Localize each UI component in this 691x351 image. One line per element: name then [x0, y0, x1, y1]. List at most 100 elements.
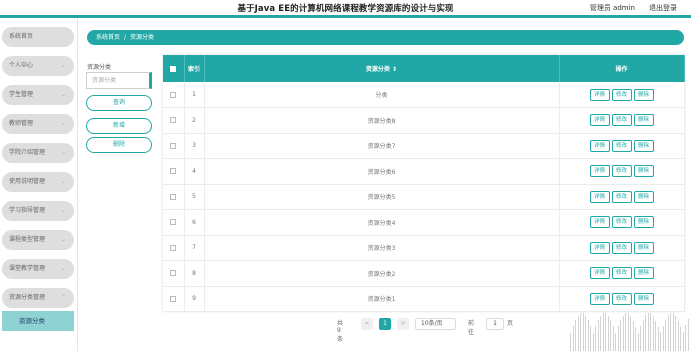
delete-button[interactable]: 删除	[86, 137, 152, 153]
sidebar-item-label: 学院介绍管理	[9, 149, 46, 156]
row-checkbox[interactable]	[170, 168, 177, 175]
decorative-stripe	[630, 315, 631, 351]
decorative-stripe	[595, 325, 596, 351]
table-row: 6 资源分类4 详情 修改 删除	[163, 209, 685, 235]
row-delete-button[interactable]: 删除	[633, 165, 654, 178]
sidebar-item-classroom-teaching[interactable]: 课堂教学管理 ⌄	[2, 259, 74, 279]
logout-link[interactable]: 退出登录	[649, 3, 677, 13]
edit-button[interactable]: 修改	[611, 190, 632, 203]
sidebar-item-college-intro[interactable]: 学院介绍管理 ⌄	[2, 143, 74, 163]
row-actions: 详情 修改 删除	[559, 260, 685, 286]
decorative-stripe	[650, 313, 651, 351]
row-delete-button[interactable]: 删除	[633, 190, 654, 203]
decorative-stripe	[615, 332, 616, 351]
prev-page-button[interactable]: <	[361, 318, 373, 330]
search-button[interactable]: 查询	[86, 95, 152, 111]
row-name: 资源分类2	[204, 260, 560, 286]
row-delete-button[interactable]: 删除	[633, 241, 654, 254]
sidebar-item-resource-category-mgmt[interactable]: 资源分类管理 ⌃	[2, 288, 74, 308]
decorative-stripe	[687, 319, 689, 351]
detail-button[interactable]: 详情	[589, 88, 610, 101]
edit-button[interactable]: 修改	[611, 114, 632, 127]
row-select-cell[interactable]	[163, 184, 185, 210]
row-index: 5	[184, 184, 205, 210]
edit-button[interactable]: 修改	[611, 292, 632, 305]
detail-button[interactable]: 详情	[589, 165, 610, 178]
decorative-stripe	[622, 315, 624, 351]
edit-button[interactable]: 修改	[611, 267, 632, 280]
row-delete-button[interactable]: 删除	[633, 114, 654, 127]
row-checkbox[interactable]	[170, 142, 177, 149]
edit-button[interactable]: 修改	[611, 241, 632, 254]
decorative-stripe	[680, 326, 681, 351]
row-select-cell[interactable]	[163, 133, 185, 159]
row-checkbox[interactable]	[170, 244, 177, 251]
column-header-name[interactable]: 资源分类 ⇕	[204, 55, 560, 82]
detail-button[interactable]: 详情	[589, 190, 610, 203]
table-row: 5 资源分类5 详情 修改 删除	[163, 184, 685, 210]
sidebar-item-profile[interactable]: 个人中心 ⌄	[2, 56, 74, 76]
decorative-stripe	[672, 313, 674, 351]
goto-suffix: 页	[507, 320, 514, 327]
row-delete-button[interactable]: 删除	[633, 216, 654, 229]
sidebar-subitem-resource-category[interactable]: 资源分类	[2, 311, 74, 331]
row-select-cell[interactable]	[163, 158, 185, 184]
chevron-down-icon: ⌄	[60, 91, 66, 98]
edit-button[interactable]: 修改	[611, 88, 632, 101]
row-index: 9	[184, 286, 205, 312]
detail-button[interactable]: 详情	[589, 241, 610, 254]
breadcrumb-home[interactable]: 系统首页	[96, 34, 120, 41]
row-select-cell[interactable]	[163, 286, 185, 312]
row-delete-button[interactable]: 删除	[633, 139, 654, 152]
row-select-cell[interactable]	[163, 209, 185, 235]
edit-button[interactable]: 修改	[611, 165, 632, 178]
row-checkbox[interactable]	[170, 270, 177, 277]
row-checkbox[interactable]	[170, 219, 177, 226]
next-page-button[interactable]: >	[397, 318, 409, 330]
row-select-cell[interactable]	[163, 107, 185, 133]
edit-button[interactable]: 修改	[611, 216, 632, 229]
row-actions: 详情 修改 删除	[559, 133, 685, 159]
decorative-stripe	[632, 320, 634, 351]
decorative-stripe	[677, 320, 679, 351]
sidebar-item-home[interactable]: 系统首页	[2, 27, 74, 47]
sidebar-item-label: 系统首页	[9, 33, 34, 40]
decorative-stripe	[575, 320, 576, 351]
row-select-cell[interactable]	[163, 82, 185, 108]
detail-button[interactable]: 详情	[589, 216, 610, 229]
row-delete-button[interactable]: 删除	[633, 88, 654, 101]
sidebar-item-study-guidance[interactable]: 学习指导管理 ⌄	[2, 201, 74, 221]
edit-button[interactable]: 修改	[611, 139, 632, 152]
select-all-cell[interactable]	[163, 55, 185, 82]
row-checkbox[interactable]	[170, 193, 177, 200]
add-button[interactable]: 新增	[86, 118, 152, 134]
top-bar: 基于Java EE的计算机网络课程教学资源库的设计与实现 管理员 admin 退…	[0, 0, 691, 15]
sidebar-item-course-types[interactable]: 课程类型管理 ⌄	[2, 230, 74, 250]
pagination-total: 共 9 条	[337, 320, 344, 343]
sidebar-item-teachers[interactable]: 教师管理 ⌄	[2, 114, 74, 134]
sidebar-item-students[interactable]: 学生管理 ⌄	[2, 85, 74, 105]
page-number-current[interactable]: 1	[379, 318, 391, 330]
row-checkbox[interactable]	[170, 91, 177, 98]
resource-category-search-input[interactable]: 资源分类	[86, 72, 152, 89]
detail-button[interactable]: 详情	[589, 267, 610, 280]
row-checkbox[interactable]	[170, 295, 177, 302]
detail-button[interactable]: 详情	[589, 114, 610, 127]
detail-button[interactable]: 详情	[589, 139, 610, 152]
detail-button[interactable]: 详情	[589, 292, 610, 305]
row-select-cell[interactable]	[163, 235, 185, 261]
decorative-stripe	[587, 320, 589, 351]
goto-page-input[interactable]: 1	[486, 318, 504, 330]
row-checkbox[interactable]	[170, 117, 177, 124]
sort-icon[interactable]: ⇕	[392, 66, 397, 73]
row-delete-button[interactable]: 删除	[633, 267, 654, 280]
sidebar-item-usage-guide[interactable]: 使用说明管理 ⌄	[2, 172, 74, 192]
table-row: 4 资源分类6 详情 修改 删除	[163, 158, 685, 184]
decorative-background	[570, 312, 690, 351]
select-all-checkbox[interactable]	[170, 65, 177, 72]
row-delete-button[interactable]: 删除	[633, 292, 654, 305]
row-select-cell[interactable]	[163, 260, 185, 286]
column-header-index: 索引	[184, 55, 205, 82]
sidebar-item-label: 资源分类管理	[9, 294, 46, 301]
page-size-select[interactable]: 10条/页	[415, 318, 456, 330]
